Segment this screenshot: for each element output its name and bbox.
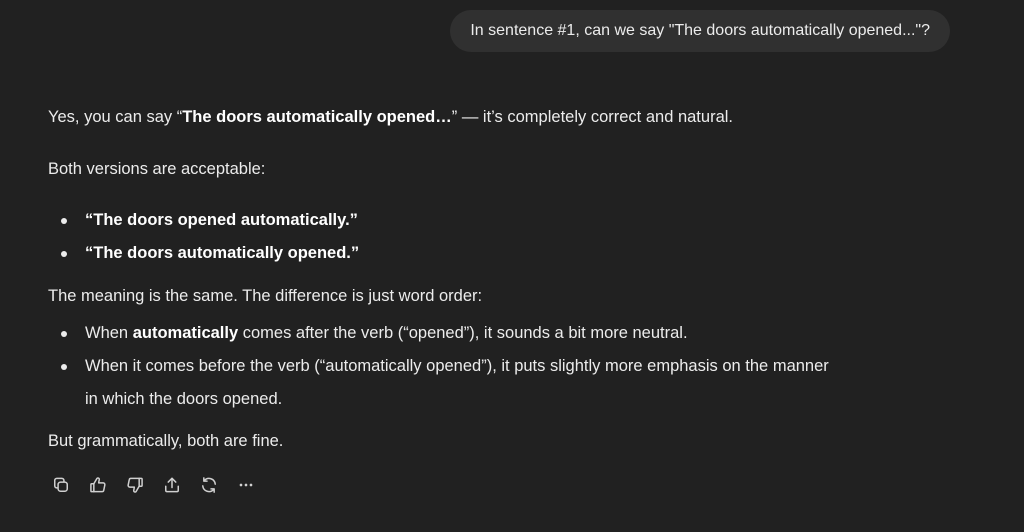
p1-text-bold: The doors automatically opened… <box>182 108 452 126</box>
point-1-pre: When <box>85 324 133 342</box>
thumbs-up-button[interactable] <box>85 474 111 500</box>
regenerate-button[interactable] <box>196 474 222 500</box>
response-paragraph-1: Yes, you can say “The doors automaticall… <box>48 106 733 128</box>
user-message-text: In sentence #1, can we say "The doors au… <box>470 22 930 39</box>
thumbs-down-icon <box>125 475 145 500</box>
regenerate-icon <box>199 475 219 500</box>
bullet-dot <box>61 364 67 370</box>
version-item-2: “The doors automatically opened.” <box>85 242 359 264</box>
bullet-dot <box>61 251 67 257</box>
thumbs-up-icon <box>88 475 108 500</box>
p1-text-pre: Yes, you can say “ <box>48 108 183 126</box>
share-button[interactable] <box>159 474 185 500</box>
more-icon <box>236 475 256 500</box>
response-paragraph-2: Both versions are acceptable: <box>48 160 266 178</box>
version-2-text: “The doors automatically opened.” <box>85 244 360 262</box>
point-1-post: comes after the verb (“opened”), it soun… <box>238 324 688 342</box>
point-1-bold: automatically <box>132 324 239 342</box>
version-item-1: “The doors opened automatically.” <box>85 209 358 231</box>
point-item-2-line-1: When it comes before the verb (“automati… <box>85 357 829 375</box>
bullet-dot <box>61 218 67 224</box>
share-icon <box>162 475 182 500</box>
bullet-dot <box>61 331 67 337</box>
copy-icon <box>51 475 71 500</box>
response-actions <box>48 474 270 500</box>
thumbs-down-button[interactable] <box>122 474 148 500</box>
user-message-bubble: In sentence #1, can we say "The doors au… <box>450 10 950 52</box>
more-options-button[interactable] <box>233 474 259 500</box>
version-1-text: “The doors opened automatically.” <box>85 211 358 229</box>
response-paragraph-3: The meaning is the same. The difference … <box>48 287 483 305</box>
point-item-1: When automatically comes after the verb … <box>85 322 688 344</box>
copy-button[interactable] <box>48 474 74 500</box>
p1-text-post: ” — it’s completely correct and natural. <box>451 108 733 126</box>
response-paragraph-4: But grammatically, both are fine. <box>48 432 284 450</box>
point-item-2-line-2: in which the doors opened. <box>85 390 283 408</box>
